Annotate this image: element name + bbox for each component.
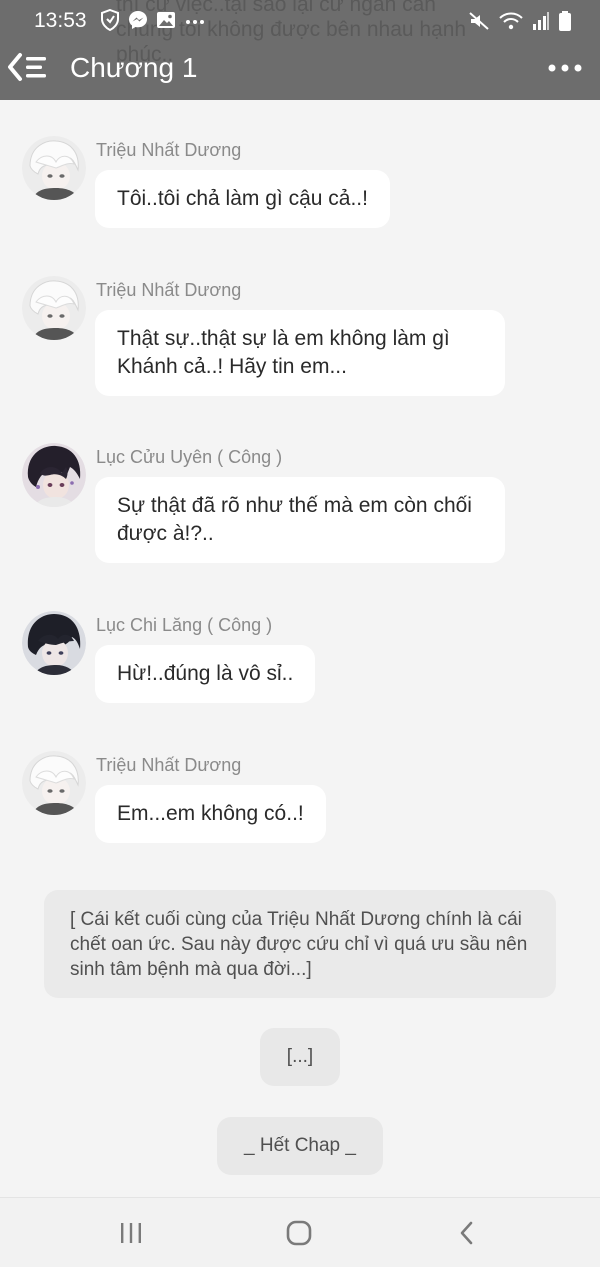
ellipsis-pill: [...] <box>260 1028 340 1086</box>
avatar[interactable] <box>22 611 86 675</box>
message-bubble: Tôi..tôi chả làm gì cậu cả..! <box>95 170 390 228</box>
image-icon <box>157 12 175 28</box>
sender-name: Triệu Nhất Dương <box>96 755 242 775</box>
signal-icon <box>533 12 549 30</box>
system-navigation-bar <box>0 1197 600 1267</box>
message-bubble: Em...em không có..! <box>95 785 326 843</box>
sender-name: Triệu Nhất Dương <box>96 280 242 300</box>
message-bubble: Hừ!..đúng là vô sỉ.. <box>95 645 316 703</box>
avatar[interactable] <box>22 751 86 815</box>
system-back-button[interactable] <box>447 1216 487 1250</box>
sender-name: Lục Chi Lăng ( Công ) <box>96 615 273 635</box>
messenger-icon <box>129 11 147 29</box>
page-title: Chương 1 <box>70 52 198 83</box>
back-to-contents-button[interactable] <box>6 50 52 84</box>
sender-name: Lục Cửu Uyên ( Công ) <box>96 447 283 467</box>
status-time: 13:53 <box>34 9 87 32</box>
home-icon <box>286 1220 312 1246</box>
message-bubble: Sự thật đã rõ như thế mà em còn chối đượ… <box>95 477 505 563</box>
wifi-icon <box>499 12 523 30</box>
narration-box: [ Cái kết cuối cùng của Triệu Nhất Dương… <box>44 890 556 998</box>
more-options-button[interactable] <box>546 56 586 80</box>
end-of-chapter-pill: _ Hết Chap _ <box>217 1117 383 1175</box>
chevron-left-icon <box>460 1221 473 1245</box>
more-vert-dots-icon <box>548 64 582 72</box>
avatar[interactable] <box>22 276 86 340</box>
recent-apps-button[interactable] <box>111 1216 151 1250</box>
shield-icon <box>101 9 119 31</box>
mute-icon <box>469 12 489 30</box>
battery-icon <box>559 11 571 31</box>
avatar[interactable] <box>22 136 86 200</box>
status-icons-right <box>468 10 572 32</box>
top-app-bar: thì cứ việc..tại sao lại cứ ngăn cản chú… <box>0 0 600 100</box>
status-icons-left <box>100 9 206 31</box>
back-list-icon <box>8 53 46 81</box>
avatar[interactable] <box>22 443 86 507</box>
message-bubble: Thật sự..thật sự là em không làm gì Khán… <box>95 310 505 396</box>
home-button[interactable] <box>279 1216 319 1250</box>
recent-apps-icon <box>121 1223 141 1243</box>
more-dots-icon <box>186 20 204 24</box>
sender-name: Triệu Nhất Dương <box>96 140 242 160</box>
